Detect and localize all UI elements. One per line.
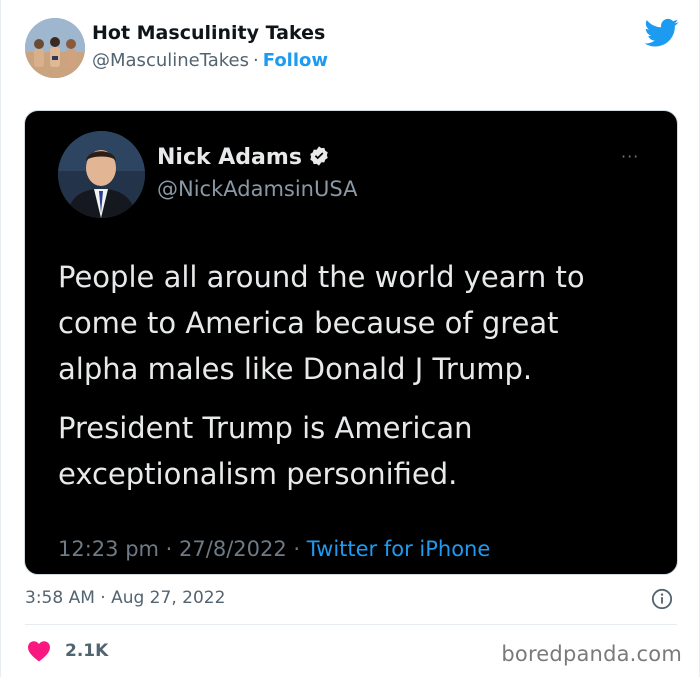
- divider: [25, 624, 677, 625]
- embedded-date: 27/8/2022: [179, 537, 287, 561]
- twitter-bird-icon[interactable]: [644, 18, 679, 48]
- info-icon[interactable]: [651, 588, 673, 610]
- author-meta: @MasculineTakes · Follow: [92, 50, 328, 71]
- tweet-timestamp[interactable]: 3:58 AM · Aug 27, 2022: [25, 588, 225, 608]
- tweet-media-image[interactable]: Nick Adams @NickAdamsinUSA ··· People al…: [24, 110, 678, 575]
- embedded-tweet-text-1: People all around the world yearn to com…: [58, 260, 585, 386]
- watermark: boredpanda.com: [501, 642, 682, 666]
- embedded-avatar: [58, 131, 145, 218]
- author-handle[interactable]: @MasculineTakes: [92, 50, 249, 71]
- embedded-name-text: Nick Adams: [157, 145, 302, 170]
- author-name[interactable]: Hot Masculinity Takes: [92, 22, 325, 44]
- like-button[interactable]: 2.1K: [27, 640, 108, 662]
- embedded-tweet-meta: 12:23 pm · 27/8/2022 · Twitter for iPhon…: [58, 537, 490, 561]
- heart-icon: [28, 641, 50, 662]
- verified-icon: [308, 145, 330, 167]
- more-options-icon: ···: [621, 147, 640, 166]
- embedded-source: Twitter for iPhone: [306, 537, 491, 561]
- separator-dot: ·: [253, 50, 259, 71]
- tweet-card: Hot Masculinity Takes @MasculineTakes · Fo…: [0, 0, 700, 677]
- separator-dot: ·: [165, 537, 173, 561]
- embedded-tweet-text-2: President Trump is American exceptionali…: [58, 411, 473, 491]
- like-count: 2.1K: [65, 641, 109, 661]
- embedded-author-handle: @NickAdamsinUSA: [157, 177, 358, 201]
- separator-dot: ·: [293, 537, 301, 561]
- follow-button[interactable]: Follow: [263, 50, 328, 71]
- author-avatar[interactable]: [25, 18, 85, 78]
- embedded-author-name: Nick Adams: [157, 145, 330, 170]
- embedded-time: 12:23 pm: [58, 537, 159, 561]
